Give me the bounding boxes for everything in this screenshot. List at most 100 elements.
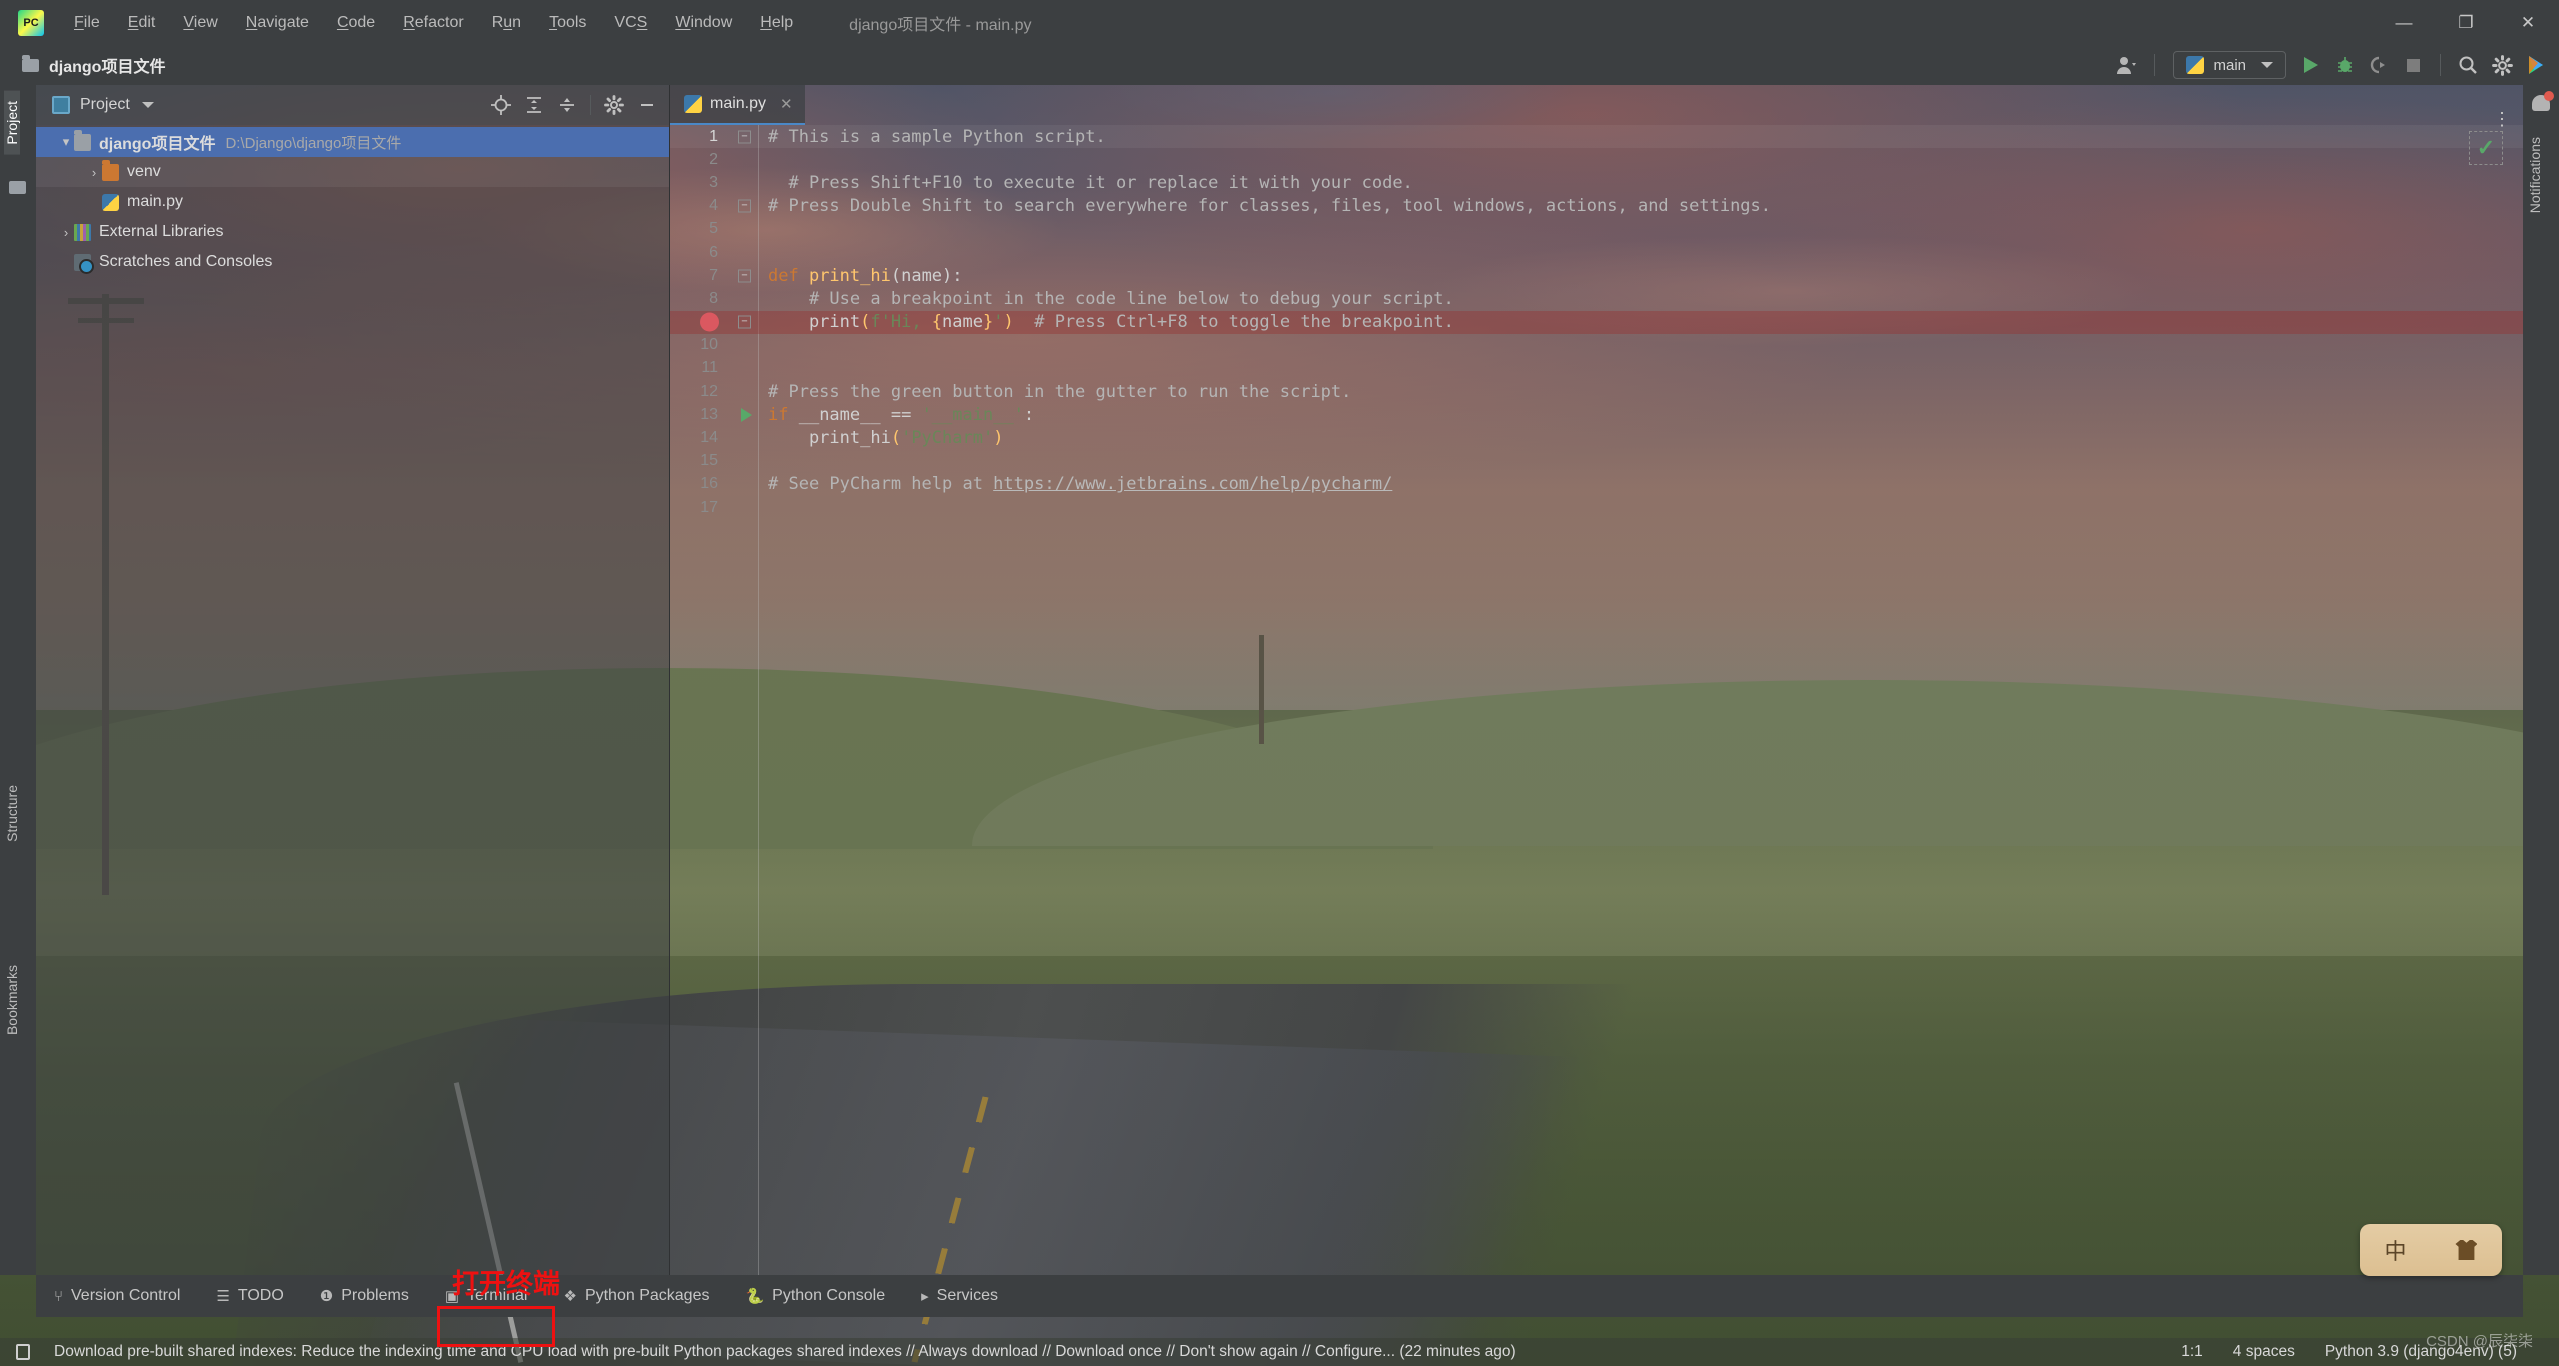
sidebar-item-bookmarks[interactable]: Bookmarks	[4, 955, 20, 1045]
run-with-coverage-button[interactable]	[2364, 50, 2394, 80]
code-token: )	[993, 428, 1004, 449]
project-view-chevron-down-icon[interactable]	[141, 102, 154, 108]
run-configuration-selector[interactable]: main	[2173, 51, 2286, 79]
code-line[interactable]: 11	[670, 357, 2523, 380]
tab-python-packages[interactable]: ❖ Python Packages	[545, 1275, 727, 1317]
minimize-icon[interactable]	[633, 91, 661, 119]
code-line[interactable]: 5	[670, 218, 2523, 241]
chevron-down-icon[interactable]: ▾	[58, 134, 74, 150]
close-button[interactable]: ✕	[2497, 0, 2559, 45]
code-line[interactable]: 15	[670, 450, 2523, 473]
menu-item-view[interactable]: View	[169, 8, 231, 38]
table-row[interactable]: › External Libraries	[36, 217, 669, 247]
settings-button[interactable]	[2487, 50, 2517, 80]
indent-setting[interactable]: 4 spaces	[2233, 1343, 2295, 1361]
editor-tab-main-py[interactable]: main.py ✕	[670, 85, 805, 125]
sidebar-item-notifications[interactable]: Notifications	[2527, 127, 2543, 223]
shirt-icon[interactable]	[2455, 1240, 2478, 1260]
code-line[interactable]: 6	[670, 241, 2523, 264]
search-everywhere-button[interactable]	[2453, 50, 2483, 80]
code-line[interactable]: 16 # See PyCharm help at https://www.jetb…	[670, 473, 2523, 496]
fold-toggle-icon[interactable]: −	[738, 199, 751, 213]
collapse-all-icon[interactable]	[553, 91, 581, 119]
code-token: (	[890, 265, 902, 286]
status-bar: Download pre-built shared indexes: Reduc…	[0, 1338, 2559, 1366]
locate-icon[interactable]	[487, 91, 515, 119]
project-tree: ▾ django项目文件 D:\Django\django项目文件 › venv main…	[36, 125, 669, 277]
tab-version-control[interactable]: ⑂ Version Control	[36, 1275, 198, 1317]
window-title: django项目文件 - main.py	[849, 16, 1032, 34]
menu-item-edit[interactable]: Edit	[114, 8, 170, 38]
line-number: 5	[709, 220, 718, 238]
sidebar-item-project[interactable]: Project	[4, 91, 20, 155]
table-row[interactable]: Scratches and Consoles	[36, 247, 669, 277]
tab-python-console[interactable]: 🐍 Python Console	[727, 1275, 903, 1317]
code-line[interactable]: 1 − # This is a sample Python script.	[670, 125, 2523, 149]
breakpoint-icon[interactable]	[700, 312, 719, 332]
list-item: External Libraries	[99, 223, 224, 240]
fold-toggle-icon[interactable]: −	[738, 130, 751, 144]
toolbar-divider-2	[2440, 54, 2441, 76]
tab-label: Python Packages	[584, 1287, 710, 1304]
code-token: __name__	[798, 404, 891, 425]
code-line[interactable]: 3 # Press Shift+F10 to execute it or rep…	[670, 171, 2523, 194]
close-icon[interactable]: ✕	[780, 95, 793, 113]
menu-item-run[interactable]: Run	[478, 8, 535, 38]
menu-item-vcs[interactable]: VCS	[600, 8, 661, 38]
run-button[interactable]	[2296, 50, 2326, 80]
maximize-button[interactable]: ❐	[2435, 0, 2497, 45]
more-options-icon[interactable]: ⋮	[2493, 110, 2511, 128]
line-number: 14	[700, 429, 718, 447]
ime-indicator[interactable]: 中	[2360, 1224, 2502, 1276]
table-row[interactable]: ▾ django项目文件 D:\Django\django项目文件	[36, 127, 669, 157]
run-configuration-label: main	[2213, 56, 2246, 74]
tab-todo[interactable]: ☰ TODO	[198, 1275, 301, 1317]
code-line[interactable]: 7− def print_hi(name):	[670, 264, 2523, 287]
code-line[interactable]: 9− print(f'Hi, {name}') # Press Ctrl+F8 …	[670, 310, 2523, 334]
gutter-run-icon[interactable]	[741, 407, 752, 422]
jetbrains-toolbox-icon[interactable]	[2521, 50, 2551, 80]
code-line[interactable]: 8 # Use a breakpoint in the code line be…	[670, 287, 2523, 310]
menu-item-window[interactable]: Window	[661, 8, 746, 38]
code-line[interactable]: 2	[670, 148, 2523, 171]
code-line[interactable]: 13 if __name__ == '__main__':	[670, 403, 2523, 426]
tab-services[interactable]: ▸ Services	[903, 1275, 1016, 1317]
chevron-right-icon[interactable]: ›	[58, 225, 74, 240]
status-message[interactable]: Download pre-built shared indexes: Reduc…	[54, 1343, 1516, 1361]
menu-item-refactor[interactable]: Refactor	[389, 8, 477, 38]
menu-item-tools[interactable]: Tools	[535, 8, 600, 38]
stop-button[interactable]	[2398, 50, 2428, 80]
python-file-icon	[102, 193, 119, 211]
code-line[interactable]: 4 − # Press Double Shift to search everywh…	[670, 195, 2523, 218]
left-tool-strip: Project Structure Bookmarks	[0, 85, 36, 1275]
watermark: CSDN @辰柒柒	[2426, 1333, 2533, 1350]
table-row[interactable]: main.py	[36, 187, 669, 217]
menu-item-navigate[interactable]: Navigate	[232, 8, 323, 38]
code-line[interactable]: 12 # Press the green button in the gutter…	[670, 380, 2523, 403]
menu-item-help[interactable]: Help	[746, 8, 807, 38]
table-row[interactable]: › venv	[36, 157, 669, 187]
code-line[interactable]: 10	[670, 334, 2523, 357]
packages-icon: ❖	[563, 1288, 577, 1305]
code-token: # Press Shift+F10 to execute it or repla…	[768, 172, 1413, 193]
code-line[interactable]: 17	[670, 496, 2523, 519]
sidebar-item-structure[interactable]: Structure	[4, 775, 20, 852]
minimize-button[interactable]: —	[2373, 0, 2435, 45]
chevron-right-icon[interactable]: ›	[86, 165, 102, 180]
code-view[interactable]: 1 − # This is a sample Python script. 2 3 # …	[670, 125, 2523, 1275]
expand-all-icon[interactable]	[520, 91, 548, 119]
fold-toggle-icon[interactable]: −	[738, 269, 751, 283]
code-token: )	[1003, 312, 1014, 333]
code-line[interactable]: 14 print_hi('PyCharm')	[670, 426, 2523, 449]
code-lines[interactable]: 1 − # This is a sample Python script. 2 3 # …	[670, 125, 2523, 519]
menu-item-code[interactable]: Code	[323, 8, 389, 38]
caret-position[interactable]: 1:1	[2181, 1343, 2203, 1361]
debug-button[interactable]	[2330, 50, 2360, 80]
account-icon[interactable]	[2112, 50, 2142, 80]
inspection-status-widget[interactable]: ✓	[2469, 131, 2503, 165]
tab-problems[interactable]: ❶ Problems	[302, 1275, 427, 1317]
menu-item-file[interactable]: File	[60, 8, 114, 38]
fold-toggle-icon[interactable]: −	[738, 315, 751, 329]
code-link[interactable]: https://www.jetbrains.com/help/pycharm/	[993, 474, 1392, 494]
gear-icon[interactable]	[600, 91, 628, 119]
